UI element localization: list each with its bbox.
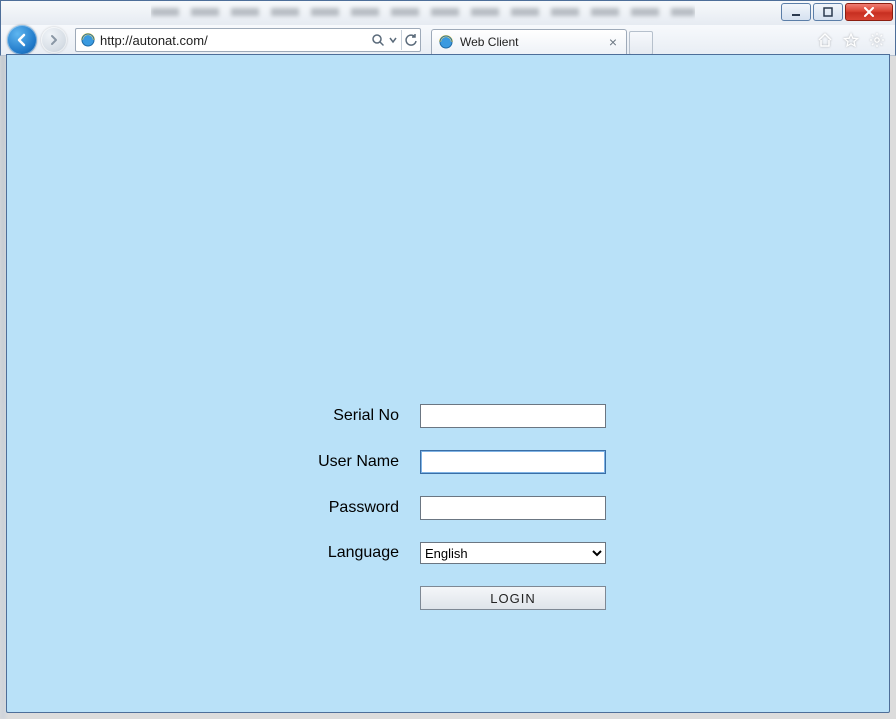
label-language: Language xyxy=(288,541,419,565)
row-password: Password xyxy=(288,495,608,521)
ie-page-icon xyxy=(80,32,96,48)
chevron-down-icon[interactable] xyxy=(387,30,399,50)
back-button[interactable] xyxy=(7,25,37,55)
toolbar-right xyxy=(817,32,895,48)
ie-page-icon xyxy=(438,34,454,50)
label-serial-no: Serial No xyxy=(288,403,419,429)
maximize-button[interactable] xyxy=(813,3,843,21)
caption-buttons xyxy=(779,3,893,21)
browser-window: Web Client × xyxy=(0,0,896,719)
search-icon[interactable] xyxy=(369,30,387,50)
address-bar[interactable] xyxy=(75,28,421,52)
row-login-button: LOGIN xyxy=(288,585,608,611)
browser-toolbar: Web Client × xyxy=(0,25,896,56)
tab-close-icon[interactable]: × xyxy=(606,35,620,49)
row-language: Language English xyxy=(288,541,608,565)
login-form: Serial No User Name Password xyxy=(288,383,608,631)
window-title-bar xyxy=(0,0,896,25)
minimize-button[interactable] xyxy=(781,3,811,21)
page-viewport: Serial No User Name Password xyxy=(6,54,890,713)
label-user-name: User Name xyxy=(288,449,419,475)
close-button[interactable] xyxy=(845,3,893,21)
star-icon[interactable] xyxy=(843,32,859,48)
refresh-icon[interactable] xyxy=(401,30,418,50)
forward-button[interactable] xyxy=(41,27,67,53)
arrow-left-icon xyxy=(14,32,30,48)
row-user-name: User Name xyxy=(288,449,608,475)
user-name-input[interactable] xyxy=(420,450,606,474)
home-icon[interactable] xyxy=(817,32,833,48)
background-window-text xyxy=(151,4,695,22)
new-tab-button[interactable] xyxy=(629,31,653,55)
label-password: Password xyxy=(288,495,419,521)
row-serial-no: Serial No xyxy=(288,403,608,429)
gear-icon[interactable] xyxy=(869,32,885,48)
browser-tab[interactable]: Web Client × xyxy=(431,29,627,55)
language-select[interactable]: English xyxy=(420,542,606,564)
password-input[interactable] xyxy=(420,496,606,520)
arrow-right-icon xyxy=(48,34,60,46)
url-input[interactable] xyxy=(100,30,369,50)
serial-no-input[interactable] xyxy=(420,404,606,428)
login-button[interactable]: LOGIN xyxy=(420,586,606,610)
address-tools xyxy=(369,30,420,50)
tab-title: Web Client xyxy=(460,35,606,49)
